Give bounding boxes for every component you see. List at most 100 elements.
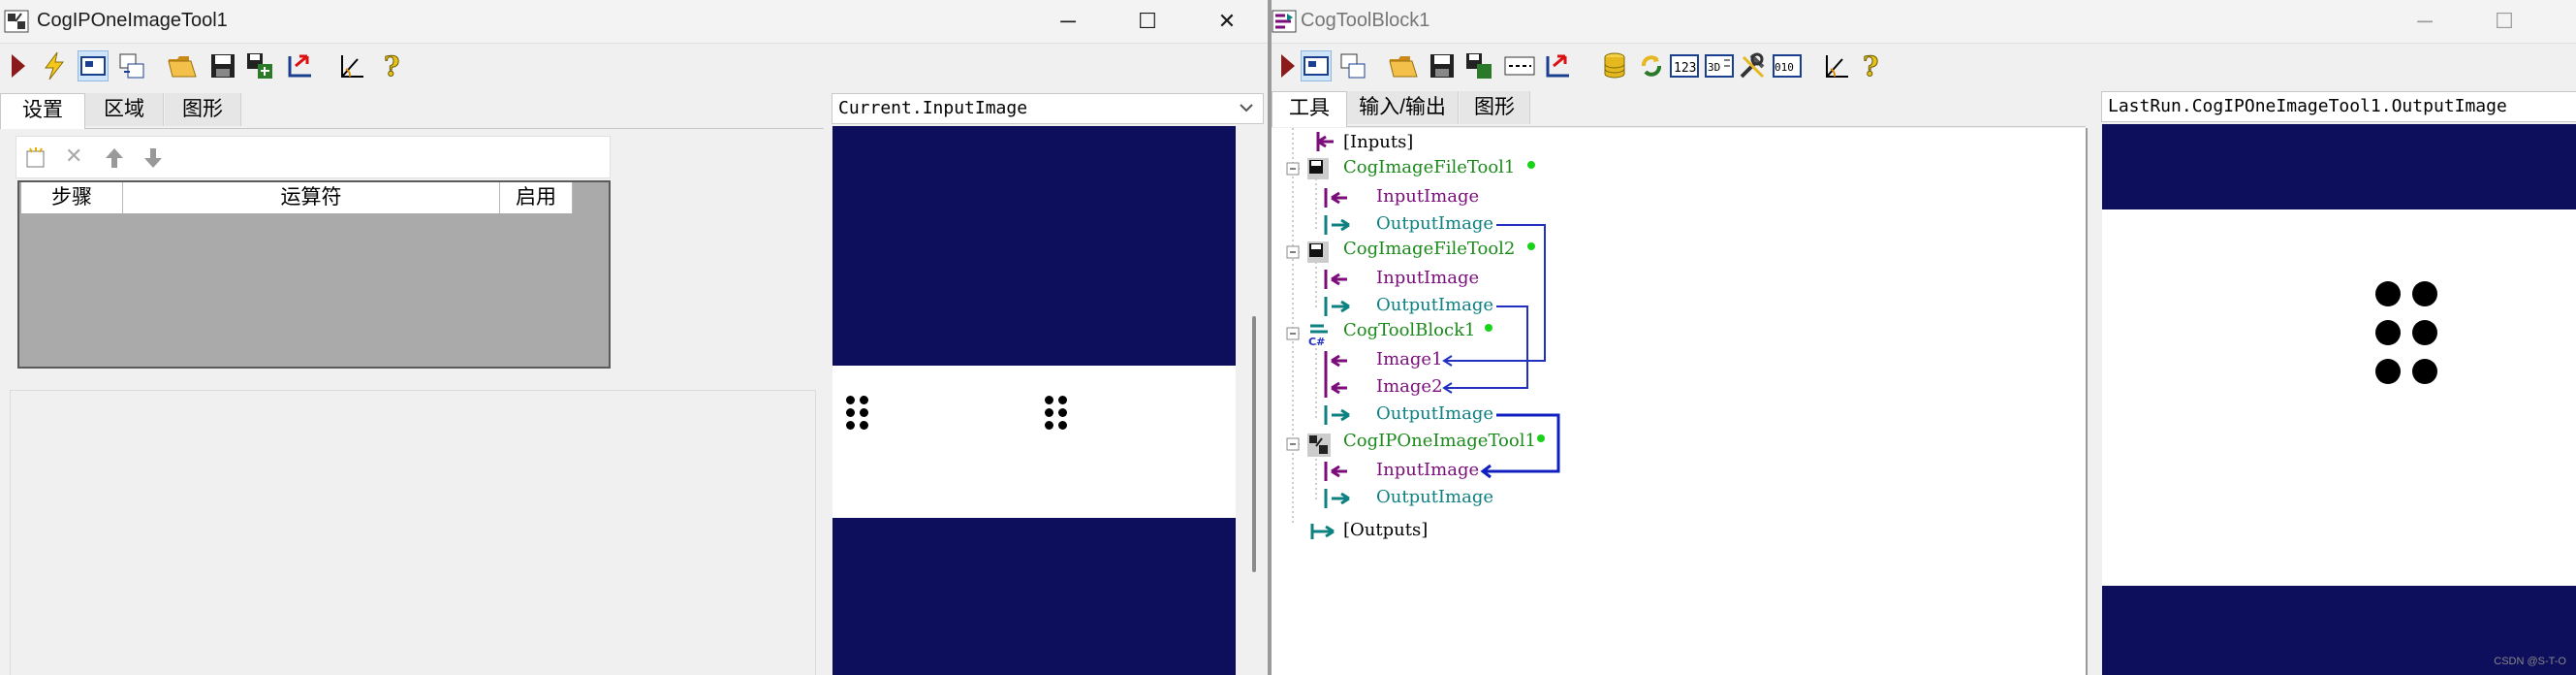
toolbar: 123 3D 010 ?: [1272, 45, 2576, 87]
switch-display-icon[interactable]: [116, 50, 147, 81]
image-dot: [846, 421, 855, 430]
new-icon[interactable]: [24, 146, 47, 170]
tree-outputs[interactable]: [Outputs]: [1343, 520, 1428, 540]
tree-input-inputimage[interactable]: InputImage: [1376, 268, 1479, 288]
import-icon[interactable]: [1543, 50, 1574, 81]
toolblock-tabs: 工具 输入/输出 图形: [1272, 91, 2086, 127]
image-display[interactable]: [832, 126, 1236, 675]
tree-output-outputimage[interactable]: OutputImage: [1376, 403, 1493, 424]
tab-region[interactable]: 区域: [85, 93, 164, 126]
tab-graphics[interactable]: 图形: [165, 93, 241, 126]
calibrate-icon[interactable]: [335, 50, 366, 81]
tree-input-inputimage[interactable]: InputImage: [1376, 186, 1479, 207]
image-display[interactable]: CSDN @S-T-O: [2102, 124, 2576, 675]
tab-inputs-outputs[interactable]: 输入/输出: [1347, 91, 1459, 124]
save-icon[interactable]: [207, 50, 238, 81]
import-icon[interactable]: [285, 50, 316, 81]
image-dot: [2375, 320, 2401, 345]
switch-display-icon[interactable]: [1337, 50, 1368, 81]
column-header-step[interactable]: 步骤: [21, 182, 123, 213]
database-icon[interactable]: [1599, 50, 1630, 81]
tab-graphics[interactable]: 图形: [1460, 91, 1530, 124]
right-window: CogToolBlock1 ─ ☐ 123 3D 010 ? 工具 输入/输出 …: [1272, 0, 2576, 675]
help-icon[interactable]: ?: [376, 50, 407, 81]
window-title: CogIPOneImageTool1: [37, 10, 228, 31]
close-button[interactable]: ✕: [1198, 0, 1256, 43]
run-icon[interactable]: [2, 50, 33, 81]
image-file-tool-icon: [1307, 241, 1329, 263]
up-arrow-icon[interactable]: [104, 146, 125, 170]
tree-input-inputimage[interactable]: InputImage: [1376, 460, 1479, 480]
image-selector[interactable]: Current.InputImage: [832, 93, 1264, 124]
save-icon[interactable]: [1427, 50, 1458, 81]
maximize-button[interactable]: ☐: [1118, 0, 1177, 43]
title-bar[interactable]: CogToolBlock1 ─ ☐: [1272, 0, 2576, 44]
tree-inputs[interactable]: [Inputs]: [1343, 132, 1413, 152]
script-icon[interactable]: 3D: [1704, 50, 1735, 81]
minimize-button[interactable]: ─: [1039, 0, 1097, 43]
tree-output-outputimage[interactable]: OutputImage: [1376, 487, 1493, 507]
image-dot: [2375, 359, 2401, 384]
display-icon[interactable]: [1301, 50, 1332, 81]
refresh-icon[interactable]: [1636, 50, 1667, 81]
image-dot: [860, 421, 868, 430]
delete-icon[interactable]: ✕: [65, 144, 82, 169]
open-folder-icon[interactable]: [167, 50, 198, 81]
image-band-bottom: [832, 518, 1236, 675]
vertical-scrollbar[interactable]: [1242, 126, 1268, 675]
image-dot: [860, 396, 868, 404]
title-bar[interactable]: CogIPOneImageTool1 ─ ☐ ✕: [0, 0, 1268, 44]
image-dot: [1058, 408, 1067, 417]
image-dot: [2412, 359, 2437, 384]
scrollbar-thumb[interactable]: [1252, 316, 1256, 572]
settings-tabs: 设置 区域 图形: [0, 93, 824, 129]
help-icon[interactable]: ?: [1855, 50, 1886, 81]
column-header-enabled[interactable]: 启用: [500, 182, 573, 213]
svg-text:C#: C#: [1308, 336, 1325, 347]
tool-tree[interactable]: C# [Inputs] CogImageFileTool1 InputImage…: [1272, 128, 2088, 675]
tree-tool-imagefile1[interactable]: CogImageFileTool1: [1343, 157, 1515, 177]
image-dot: [1058, 396, 1067, 404]
tree-tool-imagefile2[interactable]: CogImageFileTool2: [1343, 239, 1515, 259]
tools-icon[interactable]: [1737, 50, 1768, 81]
step-panel: ✕: [16, 136, 611, 178]
tree-input-image2[interactable]: Image2: [1376, 376, 1443, 397]
image-dot: [2375, 281, 2401, 306]
save-as-icon[interactable]: [1463, 50, 1494, 81]
save-as-icon[interactable]: [244, 50, 275, 81]
run-icon[interactable]: [1272, 50, 1303, 81]
binary-icon[interactable]: 010: [1772, 50, 1803, 81]
tree-input-image1[interactable]: Image1: [1376, 349, 1443, 370]
tree-tool-iponeimage1[interactable]: CogIPOneImageTool1: [1343, 431, 1536, 451]
app-icon: [4, 10, 29, 33]
open-folder-icon[interactable]: [1388, 50, 1419, 81]
tree-connectors: [1286, 128, 1560, 539]
app-icon: [1272, 10, 1297, 33]
minimize-button[interactable]: ─: [2396, 0, 2454, 43]
tree-tool-toolblock1[interactable]: CogToolBlock1: [1343, 320, 1475, 340]
image-dot: [1045, 421, 1053, 430]
image-dot: [2412, 320, 2437, 345]
display-icon[interactable]: [78, 50, 109, 81]
calibrate-icon[interactable]: [1820, 50, 1851, 81]
tree-output-outputimage[interactable]: OutputImage: [1376, 213, 1493, 234]
maximize-button[interactable]: ☐: [2475, 0, 2533, 43]
column-header-operator[interactable]: 运算符: [123, 182, 500, 213]
counter-icon[interactable]: 123: [1669, 50, 1700, 81]
svg-text:?: ?: [1863, 51, 1878, 80]
tab-settings[interactable]: 设置: [0, 93, 85, 129]
flash-icon[interactable]: [39, 50, 70, 81]
left-window: CogIPOneImageTool1 ─ ☐ ✕ ? 设置 区域 图形 ✕ 步骤…: [0, 0, 1268, 675]
step-table[interactable]: 步骤 运算符 启用: [17, 180, 611, 369]
terminal-icon[interactable]: [1504, 50, 1535, 81]
chevron-down-icon: [1240, 104, 1253, 112]
operator-properties-panel: [10, 390, 816, 675]
image-selector[interactable]: LastRun.CogIPOneImageTool1.OutputImage: [2101, 91, 2576, 122]
image-dot: [1045, 396, 1053, 404]
tab-tools[interactable]: 工具: [1272, 91, 1347, 127]
tree-output-outputimage[interactable]: OutputImage: [1376, 295, 1493, 315]
down-arrow-icon[interactable]: [142, 146, 164, 170]
watermark: CSDN @S-T-O: [2494, 656, 2566, 667]
image-band-top: [832, 126, 1236, 366]
svg-text:?: ?: [384, 51, 399, 80]
